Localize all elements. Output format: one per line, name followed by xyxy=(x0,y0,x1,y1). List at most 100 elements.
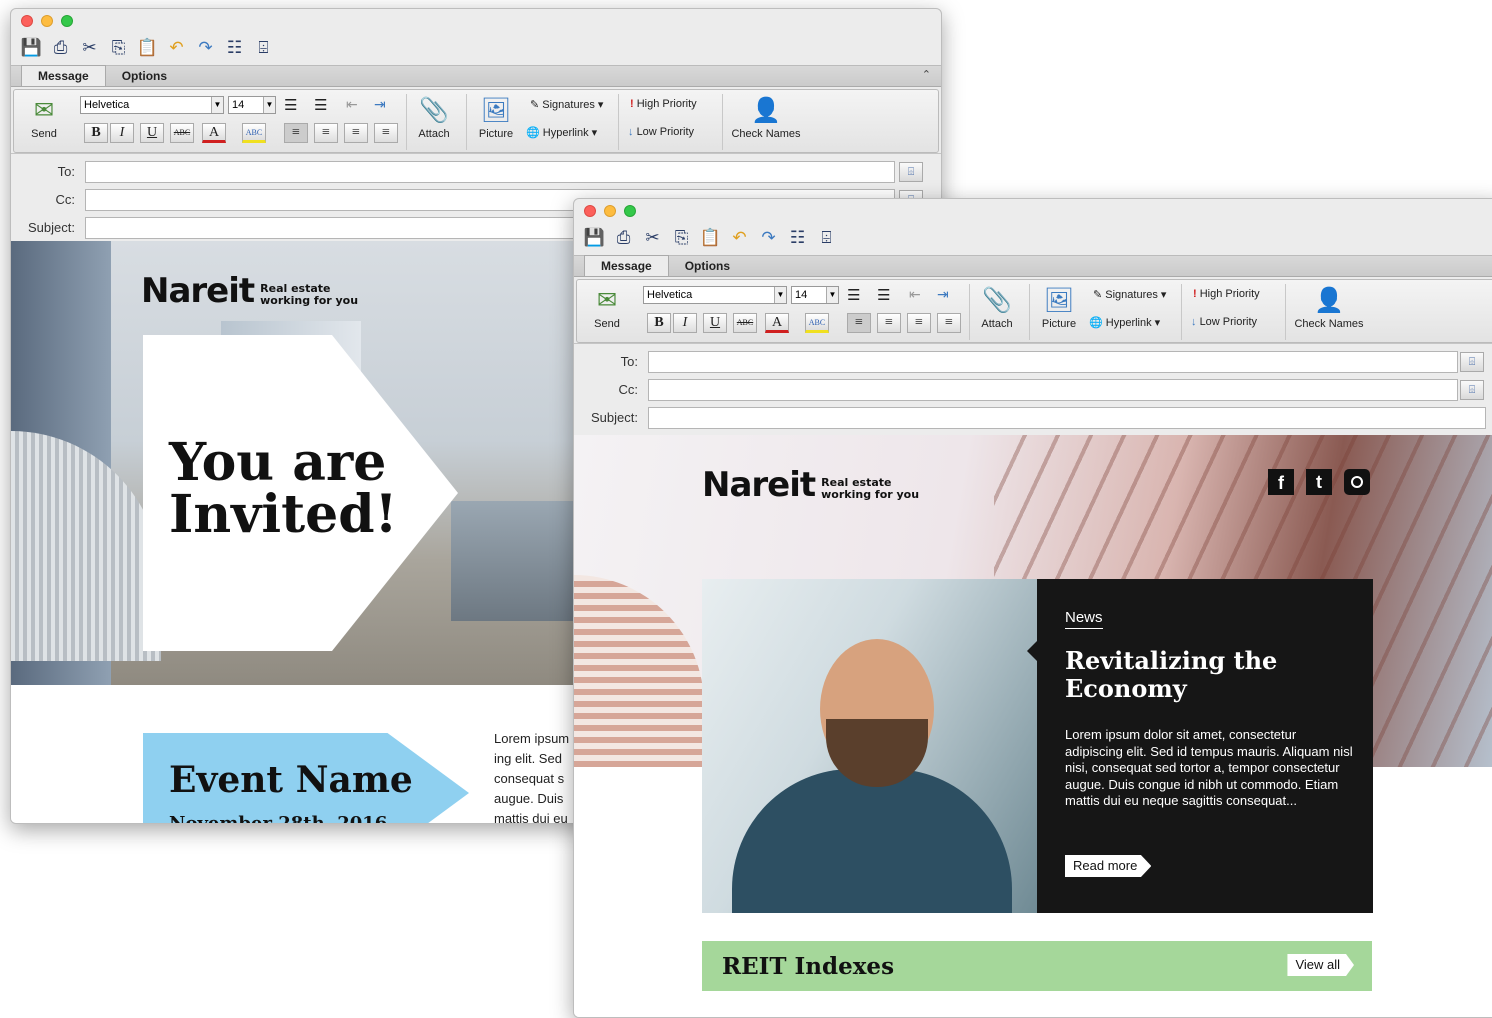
send-button[interactable]: ✉ Send xyxy=(577,282,637,330)
body-line: ing elit. Sed xyxy=(494,751,562,766)
redo-icon[interactable]: ↷ xyxy=(193,36,218,61)
minimize-window-button[interactable] xyxy=(41,15,53,27)
cut-icon[interactable]: ✂ xyxy=(640,226,665,251)
underline-button[interactable]: U xyxy=(140,123,164,143)
zoom-window-button[interactable] xyxy=(624,205,636,217)
subject-input[interactable] xyxy=(648,407,1486,429)
chevron-down-icon: ▼ xyxy=(826,287,838,303)
to-row: To: ⌹ xyxy=(11,158,941,186)
news-title-line-1: Revitalizing the xyxy=(1065,646,1278,675)
print-icon[interactable]: ⎙ xyxy=(611,226,636,251)
tab-options[interactable]: Options xyxy=(106,65,183,86)
address-book-icon[interactable]: ⌹ xyxy=(1460,380,1484,400)
font-color-button[interactable]: A xyxy=(202,123,226,143)
signatures-button[interactable]: ✎ Signatures ▾ xyxy=(530,98,603,111)
to-input[interactable] xyxy=(648,351,1458,373)
numbered-list-icon[interactable]: ☰ xyxy=(314,96,327,114)
address-book-icon[interactable]: ⌹ xyxy=(1460,352,1484,372)
check-names-button[interactable]: 👤 Check Names xyxy=(1289,282,1369,330)
decrease-indent-icon[interactable]: ⇤ xyxy=(346,96,358,113)
justify-button[interactable]: ≡ xyxy=(374,123,398,143)
increase-indent-icon[interactable]: ⇥ xyxy=(374,96,386,113)
paste-icon[interactable]: 📋 xyxy=(698,226,723,251)
strikethrough-button[interactable]: ABC xyxy=(733,313,757,333)
bold-button[interactable]: B xyxy=(84,123,108,143)
close-window-button[interactable] xyxy=(584,205,596,217)
bullet-list-icon[interactable]: ☰ xyxy=(284,96,297,114)
check-names-button[interactable]: 👤 Check Names xyxy=(726,92,806,140)
align-right-button[interactable]: ≡ xyxy=(907,313,931,333)
bold-button[interactable]: B xyxy=(647,313,671,333)
read-more-button[interactable]: Read more xyxy=(1065,855,1152,877)
attach-button[interactable]: 📎 Attach xyxy=(404,92,464,140)
bullet-list-icon[interactable]: ☰ xyxy=(847,286,860,304)
hyperlink-button[interactable]: 🌐 Hyperlink ▾ xyxy=(526,126,597,139)
align-center-button[interactable]: ≡ xyxy=(877,313,901,333)
paste-icon[interactable]: 📋 xyxy=(135,36,160,61)
tab-options[interactable]: Options xyxy=(669,255,746,276)
highlight-button[interactable]: ABC xyxy=(805,313,829,333)
align-center-button[interactable]: ≡ xyxy=(314,123,338,143)
chevron-down-icon: ▼ xyxy=(774,287,786,303)
facebook-icon[interactable]: f xyxy=(1268,469,1294,495)
save-icon[interactable]: 💾 xyxy=(582,226,607,251)
picture-button[interactable]: 🖼 Picture xyxy=(466,92,526,140)
address-book-icon[interactable]: ⌹ xyxy=(251,36,276,61)
subject-label: Subject: xyxy=(591,410,638,425)
font-size-select[interactable]: 14 ▼ xyxy=(791,286,839,304)
align-right-button[interactable]: ≡ xyxy=(344,123,368,143)
increase-indent-icon[interactable]: ⇥ xyxy=(937,286,949,303)
low-priority-button[interactable]: ↓ Low Priority xyxy=(1191,316,1257,328)
low-priority-button[interactable]: ↓ Low Priority xyxy=(628,126,694,138)
font-name-select[interactable]: Helvetica ▼ xyxy=(80,96,224,114)
high-priority-button[interactable]: ! High Priority xyxy=(630,98,697,110)
hyperlink-button[interactable]: 🌐 Hyperlink ▾ xyxy=(1089,316,1160,329)
align-left-button[interactable]: ≡ xyxy=(284,123,308,143)
signatures-button[interactable]: ✎ Signatures ▾ xyxy=(1093,288,1166,301)
calendar-icon[interactable]: ☷ xyxy=(222,36,247,61)
low-priority-label: Low Priority xyxy=(636,126,695,138)
cc-input[interactable] xyxy=(648,379,1458,401)
redo-icon[interactable]: ↷ xyxy=(756,226,781,251)
address-book-icon[interactable]: ⌹ xyxy=(899,162,923,182)
logo-word: Nareit xyxy=(702,465,816,505)
view-all-button[interactable]: View all xyxy=(1287,954,1354,976)
font-color-button[interactable]: A xyxy=(765,313,789,333)
copy-icon[interactable]: ⎘ xyxy=(669,226,694,251)
close-window-button[interactable] xyxy=(21,15,33,27)
justify-button[interactable]: ≡ xyxy=(937,313,961,333)
align-left-button[interactable]: ≡ xyxy=(847,313,871,333)
highlight-button[interactable]: ABC xyxy=(242,123,266,143)
check-names-label: Check Names xyxy=(731,128,801,140)
to-input[interactable] xyxy=(85,161,895,183)
print-icon[interactable]: ⎙ xyxy=(48,36,73,61)
calendar-icon[interactable]: ☷ xyxy=(785,226,810,251)
cut-icon[interactable]: ✂ xyxy=(77,36,102,61)
italic-button[interactable]: I xyxy=(110,123,134,143)
tab-message[interactable]: Message xyxy=(21,65,106,86)
picture-button[interactable]: 🖼 Picture xyxy=(1029,282,1089,330)
send-button[interactable]: ✉ Send xyxy=(14,92,74,140)
italic-button[interactable]: I xyxy=(673,313,697,333)
twitter-icon[interactable]: t xyxy=(1306,469,1332,495)
strikethrough-button[interactable]: ABC xyxy=(170,123,194,143)
instagram-icon[interactable] xyxy=(1344,469,1370,495)
tab-message[interactable]: Message xyxy=(584,255,669,276)
font-name-value: Helvetica xyxy=(84,99,130,111)
font-size-select[interactable]: 14 ▼ xyxy=(228,96,276,114)
high-priority-button[interactable]: ! High Priority xyxy=(1193,288,1260,300)
collapse-ribbon-icon[interactable]: ⌃ xyxy=(922,68,931,81)
font-name-select[interactable]: Helvetica ▼ xyxy=(643,286,787,304)
save-icon[interactable]: 💾 xyxy=(19,36,44,61)
event-name: Event Name xyxy=(169,759,413,801)
numbered-list-icon[interactable]: ☰ xyxy=(877,286,890,304)
minimize-window-button[interactable] xyxy=(604,205,616,217)
zoom-window-button[interactable] xyxy=(61,15,73,27)
underline-button[interactable]: U xyxy=(703,313,727,333)
attach-button[interactable]: 📎 Attach xyxy=(967,282,1027,330)
undo-icon[interactable]: ↶ xyxy=(164,36,189,61)
copy-icon[interactable]: ⎘ xyxy=(106,36,131,61)
address-book-icon[interactable]: ⌹ xyxy=(814,226,839,251)
undo-icon[interactable]: ↶ xyxy=(727,226,752,251)
decrease-indent-icon[interactable]: ⇤ xyxy=(909,286,921,303)
